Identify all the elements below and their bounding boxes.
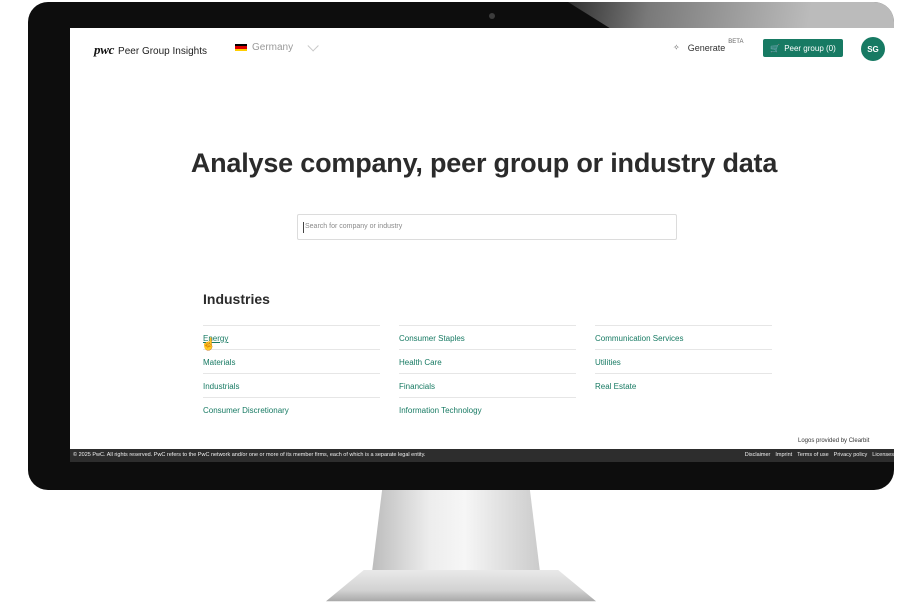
brand[interactable]: pwc Peer Group Insights (94, 42, 207, 58)
peer-group-label: Peer group (0) (784, 43, 836, 53)
industries-heading: Industries (203, 291, 270, 307)
app-screen: pwc Peer Group Insights Germany ✧ Genera… (70, 28, 894, 462)
text-caret (303, 222, 304, 233)
industries-list: Energy Consumer Staples Communication Se… (203, 325, 773, 421)
industry-link-real-estate[interactable]: Real Estate (595, 373, 772, 397)
search-input[interactable]: Search for company or industry (297, 214, 677, 240)
footer: © 2025 PwC. All rights reserved. PwC ref… (70, 449, 894, 462)
industry-link-health-care[interactable]: Health Care (399, 349, 576, 373)
search-placeholder: Search for company or industry (305, 223, 403, 230)
country-selector[interactable]: Germany (235, 39, 319, 53)
industry-link-financials[interactable]: Financials (399, 373, 576, 397)
country-label: Germany (252, 42, 294, 53)
chevron-down-icon (307, 39, 319, 52)
industry-link-materials[interactable]: Materials (203, 349, 380, 373)
footer-link-privacy[interactable]: Privacy policy (834, 452, 868, 458)
footer-links: Disclaimer Imprint Terms of use Privacy … (745, 452, 894, 458)
industry-link-energy[interactable]: Energy (203, 325, 380, 349)
footer-link-terms[interactable]: Terms of use (797, 452, 828, 458)
footer-link-imprint[interactable]: Imprint (775, 452, 792, 458)
avatar[interactable]: SG (861, 37, 885, 61)
industry-link-communication-services[interactable]: Communication Services (595, 325, 772, 349)
hand-cursor-icon: ☝ (201, 337, 216, 351)
industry-link-industrials[interactable]: Industrials (203, 373, 380, 397)
pwc-logo: pwc (94, 42, 115, 57)
footer-link-disclaimer[interactable]: Disclaimer (745, 452, 771, 458)
monitor-bezel: pwc Peer Group Insights Germany ✧ Genera… (28, 2, 894, 490)
logos-credit: Logos provided by Clearbit (798, 438, 870, 444)
monitor-mockup: pwc Peer Group Insights Germany ✧ Genera… (0, 0, 902, 604)
page-title: Analyse company, peer group or industry … (190, 148, 778, 178)
monitor-stand-neck (371, 490, 541, 576)
generate-label: Generate (687, 43, 726, 53)
industry-link-information-technology[interactable]: Information Technology (399, 397, 576, 421)
flag-de-icon (235, 44, 247, 51)
industry-link-consumer-discretionary[interactable]: Consumer Discretionary (203, 397, 380, 421)
sparkle-icon: ✧ (673, 43, 680, 52)
industry-link-utilities[interactable]: Utilities (595, 349, 772, 373)
app-name: Peer Group Insights (118, 46, 207, 57)
generate-button[interactable]: ✧ Generate BETA (673, 39, 743, 53)
camera-dot (489, 13, 495, 19)
industry-link-consumer-staples[interactable]: Consumer Staples (399, 325, 576, 349)
beta-badge: BETA (728, 39, 744, 45)
top-navigation: pwc Peer Group Insights Germany ✧ Genera… (70, 28, 894, 66)
peer-group-button[interactable]: 🛒 Peer group (0) (763, 39, 843, 57)
monitor-stand-base (326, 570, 596, 602)
cart-icon: 🛒 (770, 43, 781, 53)
copyright-text: © 2025 PwC. All rights reserved. PwC ref… (73, 452, 426, 458)
footer-link-licenses[interactable]: Licenses (872, 452, 894, 458)
